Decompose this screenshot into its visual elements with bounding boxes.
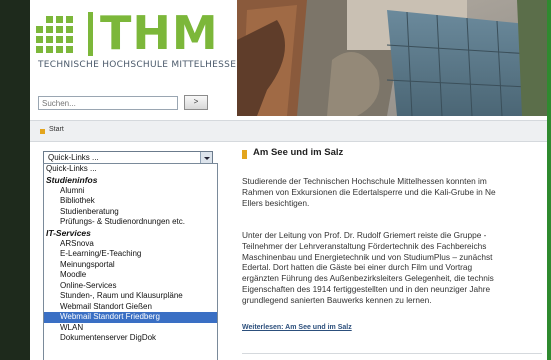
quick-links-selected-value: Quick-Links ...: [48, 153, 99, 162]
quick-links-option[interactable]: Stunden-, Raum und Klausurpläne: [44, 291, 217, 302]
quick-links-option[interactable]: WLAN: [44, 323, 217, 334]
browser-page: THM TECHNISCHE HOCHSCHULE MITTELHESSEN >: [30, 0, 551, 360]
logo-grid-icon: [36, 12, 80, 56]
quick-links-option[interactable]: Meinungsportal: [44, 260, 217, 271]
paragraph-line: Eigenschaften des 1914 fertiggestellten …: [242, 283, 491, 294]
paragraph-line: Maschinenbau und Energietechnik und von …: [242, 251, 493, 262]
logo-square: [56, 16, 63, 23]
quick-links-option[interactable]: Studienberatung: [44, 207, 217, 218]
logo-wordmark: THM: [100, 6, 219, 60]
logo-square: [36, 46, 43, 53]
quick-links-option[interactable]: Quick-Links ...: [44, 164, 217, 175]
search-input[interactable]: [38, 96, 178, 110]
read-more-link[interactable]: Weiterlesen: Am See und im Salz: [242, 324, 352, 331]
logo-square: [46, 16, 53, 23]
paragraph-line: Ellers besichtigen.: [242, 197, 310, 208]
logo-square: [56, 26, 63, 33]
logo-square: [66, 26, 73, 33]
logo-square: [36, 26, 43, 33]
quick-links-group-label: IT-Services: [46, 227, 91, 238]
logo-square: [46, 36, 53, 43]
search-button[interactable]: >: [184, 95, 208, 110]
quick-links-option[interactable]: Online-Services: [44, 281, 217, 292]
quick-links-group-label: Studieninfos: [46, 174, 98, 185]
article-paragraph-2: Unter der Leitung von Prof. Dr. Rudolf G…: [242, 230, 494, 306]
article-title[interactable]: Am See und im Salz: [253, 147, 343, 158]
site-header: THM TECHNISCHE HOCHSCHULE MITTELHESSEN >: [30, 0, 551, 120]
breadcrumb-bullet-icon: [40, 129, 45, 134]
paragraph-line: ergänzten Führung des Außenbezirksleiter…: [242, 273, 494, 284]
paragraph-line: Rahmen von Exkursionen die Edertalsperre…: [242, 186, 496, 197]
divider: [242, 353, 542, 354]
thm-logo[interactable]: THM TECHNISCHE HOCHSCHULE MITTELHESSEN: [36, 6, 243, 72]
logo-bar: [88, 12, 93, 56]
logo-square: [46, 46, 53, 53]
article-bullet-icon: [242, 150, 247, 159]
breadcrumb-start-link[interactable]: Start: [49, 126, 64, 133]
quick-links-option[interactable]: E-Learning/E-Teaching: [44, 249, 217, 260]
quick-links-option[interactable]: Bibliothek: [44, 196, 217, 207]
article-paragraph-1: Studierende der Technischen Hochschule M…: [242, 176, 496, 208]
quick-links-dropdown-list[interactable]: Quick-Links ... Studieninfos Alumni Bibliot…: [43, 163, 218, 360]
logo-square: [36, 36, 43, 43]
paragraph-line: Studierende der Technischen Hochschule M…: [242, 176, 487, 186]
quick-links-option[interactable]: ARSnova: [44, 239, 217, 250]
quick-links-option[interactable]: Webmail Standort Gießen: [44, 302, 217, 313]
window-edge: [547, 0, 551, 360]
quick-links-option[interactable]: Alumni: [44, 186, 217, 197]
news-article: Am See und im Salz Studierende der Techn…: [242, 146, 551, 360]
quick-links-option[interactable]: Prüfungs- & Studienordnungen etc.: [44, 217, 217, 228]
quick-links-option[interactable]: Webmail Standort Friedberg: [44, 312, 217, 323]
logo-square: [46, 26, 53, 33]
logo-square: [66, 16, 73, 23]
header-photo: [237, 0, 551, 116]
quick-links-option[interactable]: Dokumentenserver DigDok: [44, 333, 217, 344]
logo-square: [56, 36, 63, 43]
paragraph-line: Unter der Leitung von Prof. Dr. Rudolf G…: [242, 230, 487, 240]
logo-subtitle: TECHNISCHE HOCHSCHULE MITTELHESSEN: [38, 60, 244, 70]
quick-links-option[interactable]: Moodle: [44, 270, 217, 281]
campus-photo-image: [237, 0, 551, 116]
paragraph-line: grundlegend sanierten Bauwerks kennen zu…: [242, 294, 432, 305]
logo-square: [56, 46, 63, 53]
breadcrumb: Start: [30, 120, 551, 142]
logo-square: [66, 46, 73, 53]
logo-square: [66, 36, 73, 43]
paragraph-line: Teilnehmer der Lehrveranstaltung Fördert…: [242, 240, 487, 251]
paragraph-line: Edertal. Dort hatten die Gäste bei einer…: [242, 262, 473, 273]
